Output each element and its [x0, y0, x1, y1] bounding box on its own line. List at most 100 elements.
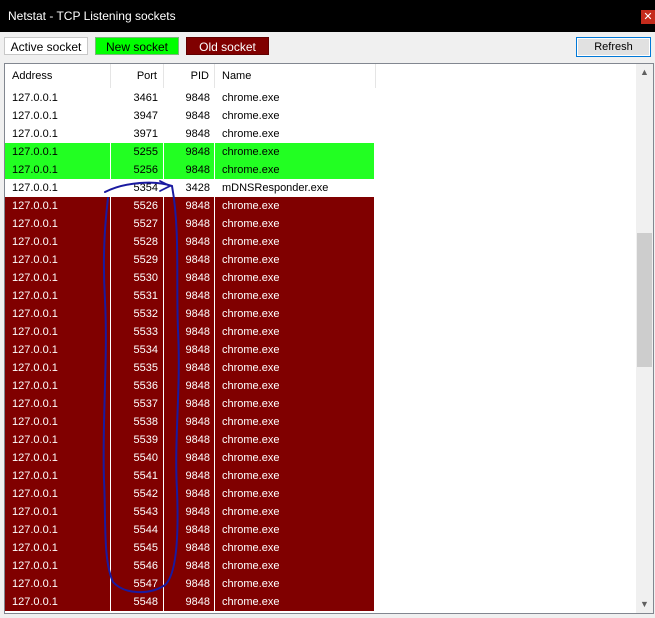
cell-address: 127.0.0.1 [12, 272, 58, 284]
cell-name: chrome.exe [222, 290, 280, 302]
cell-pid: 9848 [185, 596, 210, 608]
column-separator [214, 377, 215, 395]
table-row[interactable]: 127.0.0.1 5548 9848 chrome.exe [5, 593, 636, 611]
vertical-scrollbar[interactable]: ▲ ▼ [636, 64, 653, 613]
cell-name: chrome.exe [222, 434, 280, 446]
table-row[interactable]: 127.0.0.1 5537 9848 chrome.exe [5, 395, 636, 413]
cell-port: 3461 [133, 92, 158, 104]
cell-pid: 9848 [185, 92, 210, 104]
cell-pid: 9848 [185, 218, 210, 230]
scroll-down-arrow-icon[interactable]: ▼ [636, 596, 653, 613]
cell-address: 127.0.0.1 [12, 524, 58, 536]
sockets-list-view[interactable]: Address Port PID Name 127.0.0.1 3461 9848 c… [4, 63, 654, 614]
cell-address: 127.0.0.1 [12, 218, 58, 230]
cell-address: 127.0.0.1 [12, 542, 58, 554]
cell-address: 127.0.0.1 [12, 326, 58, 338]
table-row[interactable]: 127.0.0.1 5528 9848 chrome.exe [5, 233, 636, 251]
column-separator [110, 233, 111, 251]
column-separator [163, 485, 164, 503]
column-separator [214, 557, 215, 575]
table-row[interactable]: 127.0.0.1 5526 9848 chrome.exe [5, 197, 636, 215]
column-separator [110, 503, 111, 521]
column-separator [214, 413, 215, 431]
table-row[interactable]: 127.0.0.1 5540 9848 chrome.exe [5, 449, 636, 467]
cell-address: 127.0.0.1 [12, 596, 58, 608]
column-separator [163, 557, 164, 575]
column-separator [110, 377, 111, 395]
table-row[interactable]: 127.0.0.1 5527 9848 chrome.exe [5, 215, 636, 233]
scroll-thumb[interactable] [637, 233, 652, 367]
table-row[interactable]: 127.0.0.1 3971 9848 chrome.exe [5, 125, 636, 143]
table-row[interactable]: 127.0.0.1 5547 9848 chrome.exe [5, 575, 636, 593]
cell-pid: 9848 [185, 290, 210, 302]
column-separator [214, 179, 215, 197]
column-separator [214, 215, 215, 233]
cell-address: 127.0.0.1 [12, 452, 58, 464]
cell-name: chrome.exe [222, 542, 280, 554]
cell-name: chrome.exe [222, 560, 280, 572]
cell-pid: 9848 [185, 506, 210, 518]
column-header-name[interactable]: Name [215, 64, 376, 88]
cell-port: 5530 [133, 272, 158, 284]
column-separator [110, 557, 111, 575]
cell-address: 127.0.0.1 [12, 200, 58, 212]
column-separator [214, 593, 215, 611]
cell-port: 5532 [133, 308, 158, 320]
column-separator [214, 431, 215, 449]
refresh-button[interactable]: Refresh [576, 37, 651, 57]
table-row[interactable]: 127.0.0.1 5532 9848 chrome.exe [5, 305, 636, 323]
table-row[interactable]: 127.0.0.1 5543 9848 chrome.exe [5, 503, 636, 521]
column-separator [163, 431, 164, 449]
cell-name: chrome.exe [222, 326, 280, 338]
scroll-up-arrow-icon[interactable]: ▲ [636, 64, 653, 81]
cell-name: chrome.exe [222, 200, 280, 212]
legend-active-socket: Active socket [4, 37, 88, 55]
table-row[interactable]: 127.0.0.1 5539 9848 chrome.exe [5, 431, 636, 449]
table-row[interactable]: 127.0.0.1 5533 9848 chrome.exe [5, 323, 636, 341]
table-row[interactable]: 127.0.0.1 5545 9848 chrome.exe [5, 539, 636, 557]
list-header: Address Port PID Name [5, 64, 636, 88]
column-separator [214, 467, 215, 485]
table-row[interactable]: 127.0.0.1 3461 9848 chrome.exe [5, 89, 636, 107]
column-separator [110, 449, 111, 467]
cell-port: 5534 [133, 344, 158, 356]
table-row[interactable]: 127.0.0.1 5535 9848 chrome.exe [5, 359, 636, 377]
table-row[interactable]: 127.0.0.1 5529 9848 chrome.exe [5, 251, 636, 269]
table-row[interactable]: 127.0.0.1 5256 9848 chrome.exe [5, 161, 636, 179]
table-row[interactable]: 127.0.0.1 5531 9848 chrome.exe [5, 287, 636, 305]
close-icon[interactable]: ✕ [641, 10, 655, 24]
cell-name: chrome.exe [222, 578, 280, 590]
column-separator [163, 251, 164, 269]
column-separator [214, 305, 215, 323]
table-row[interactable]: 127.0.0.1 5541 9848 chrome.exe [5, 467, 636, 485]
table-row[interactable]: 127.0.0.1 5255 9848 chrome.exe [5, 143, 636, 161]
table-row[interactable]: 127.0.0.1 5530 9848 chrome.exe [5, 269, 636, 287]
column-separator [163, 575, 164, 593]
cell-name: chrome.exe [222, 236, 280, 248]
column-separator [110, 467, 111, 485]
cell-address: 127.0.0.1 [12, 146, 58, 158]
table-row[interactable]: 127.0.0.1 5546 9848 chrome.exe [5, 557, 636, 575]
column-header-address[interactable]: Address [5, 64, 111, 88]
cell-pid: 9848 [185, 434, 210, 446]
column-separator [214, 197, 215, 215]
column-separator [163, 287, 164, 305]
cell-name: chrome.exe [222, 596, 280, 608]
column-separator [163, 413, 164, 431]
column-header-port[interactable]: Port [111, 64, 164, 88]
table-row[interactable]: 127.0.0.1 5354 3428 mDNSResponder.exe [5, 179, 636, 197]
table-row[interactable]: 127.0.0.1 5542 9848 chrome.exe [5, 485, 636, 503]
cell-address: 127.0.0.1 [12, 128, 58, 140]
cell-pid: 9848 [185, 398, 210, 410]
column-separator [214, 323, 215, 341]
table-row[interactable]: 127.0.0.1 3947 9848 chrome.exe [5, 107, 636, 125]
column-separator [163, 305, 164, 323]
column-header-pid[interactable]: PID [164, 64, 215, 88]
table-row[interactable]: 127.0.0.1 5538 9848 chrome.exe [5, 413, 636, 431]
table-row[interactable]: 127.0.0.1 5534 9848 chrome.exe [5, 341, 636, 359]
window-title: Netstat - TCP Listening sockets [8, 9, 176, 23]
table-row[interactable]: 127.0.0.1 5536 9848 chrome.exe [5, 377, 636, 395]
cell-name: chrome.exe [222, 218, 280, 230]
cell-port: 5536 [133, 380, 158, 392]
table-row[interactable]: 127.0.0.1 5544 9848 chrome.exe [5, 521, 636, 539]
